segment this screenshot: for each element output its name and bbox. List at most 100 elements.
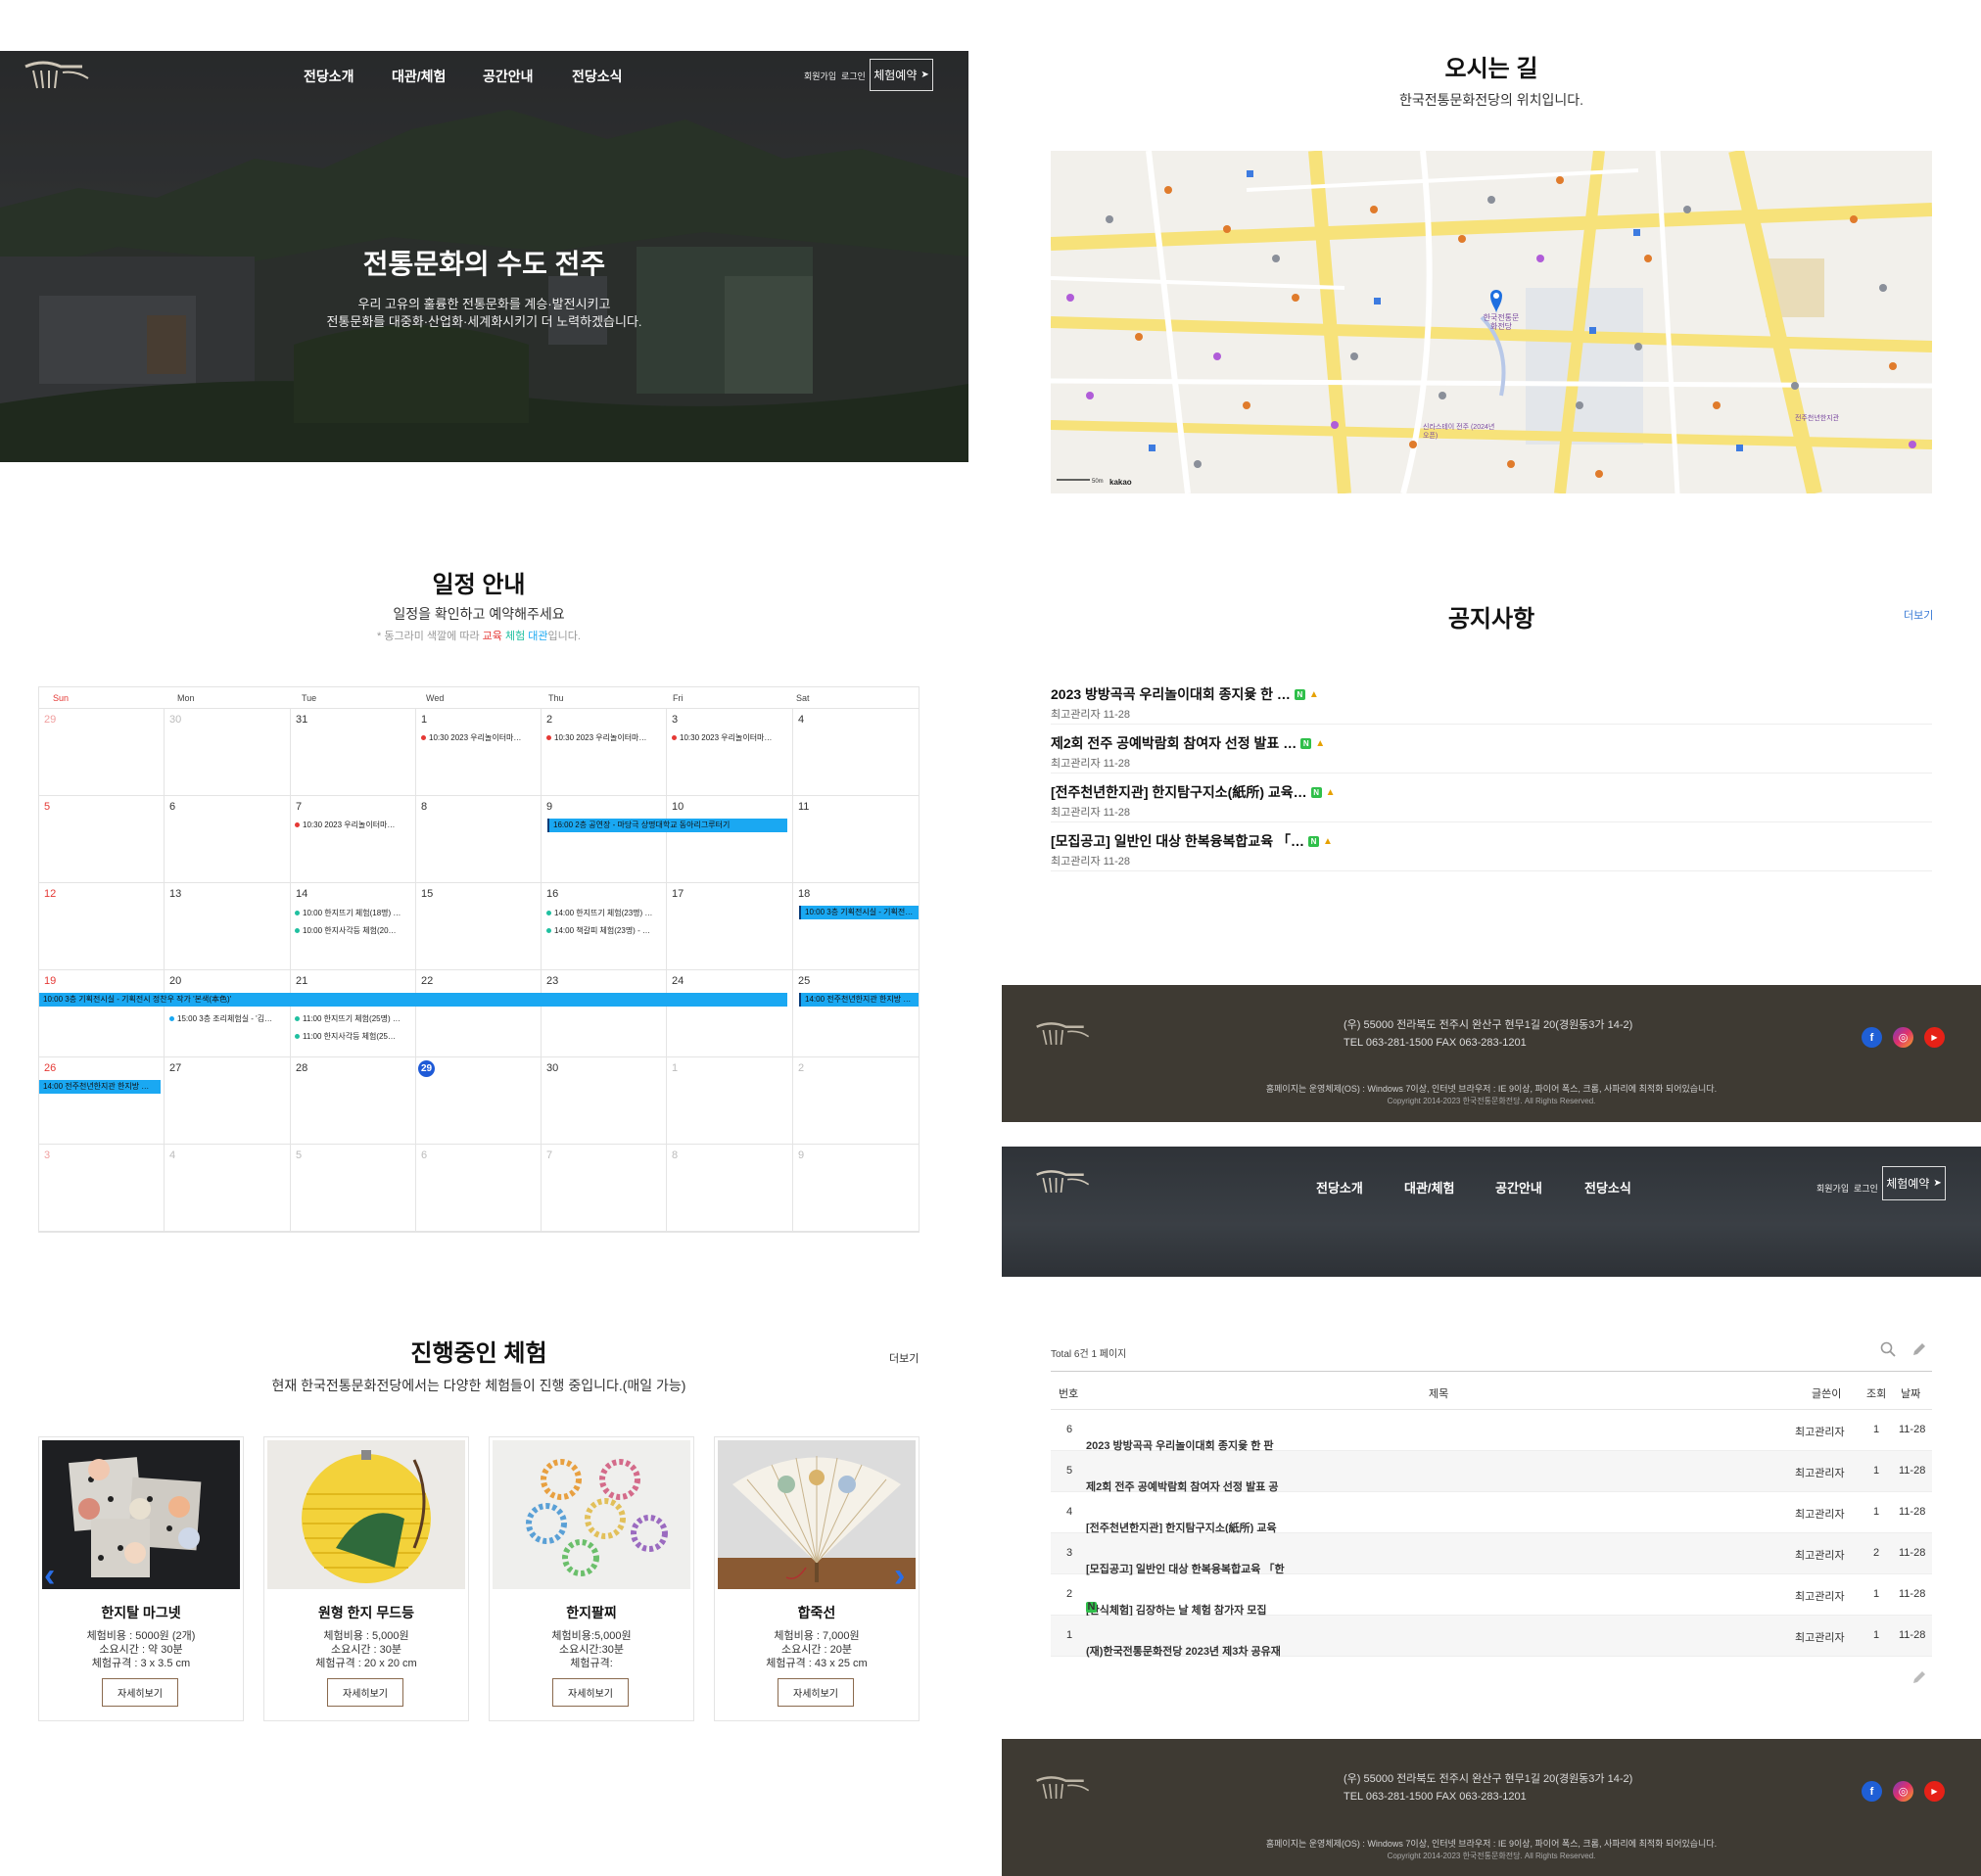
youtube-icon[interactable]: ▶	[1924, 1027, 1945, 1048]
calendar-day[interactable]: 9	[542, 796, 667, 883]
calendar-day[interactable]: 31	[291, 709, 416, 796]
signup-link[interactable]: 회원가입	[1816, 1182, 1849, 1195]
calendar-event[interactable]: 14:00 한지뜨기 체험(23명) …	[546, 908, 662, 918]
nav-space-guide[interactable]: 공간안내	[1495, 1178, 1584, 1196]
calendar-day[interactable]: 11	[793, 796, 920, 883]
calendar-event[interactable]: 11:00 한지뜨기 체험(25명) …	[295, 1013, 410, 1024]
calendar-day[interactable]: 4	[793, 709, 920, 796]
detail-button[interactable]: 자세히보기	[778, 1678, 854, 1707]
calendar-day[interactable]: 29	[39, 709, 165, 796]
calendar-event-bar[interactable]: 16:00 2층 공연장 - 마당극 상명대학교 동아리그루터기	[547, 819, 787, 832]
calendar-day[interactable]: 30	[165, 709, 291, 796]
experience-card[interactable]: 한지탈 마그넷 체험비용 : 5000원 (2개) 소요시간 : 약 30분 체…	[38, 1436, 244, 1721]
search-icon[interactable]	[1880, 1341, 1896, 1357]
nav-space-guide[interactable]: 공간안내	[483, 67, 572, 86]
calendar-event[interactable]: 14:00 책갈피 체험(23명) - …	[546, 925, 662, 936]
nav-about[interactable]: 전당소개	[1316, 1178, 1404, 1196]
experience-card[interactable]: 원형 한지 무드등 체험비용 : 5,000원 소요시간 : 30분 체험규격 …	[263, 1436, 469, 1721]
calendar-event-bar[interactable]: 14:00 전주천년한지관 한지방 …	[799, 993, 919, 1007]
calendar-day[interactable]: 15	[416, 883, 542, 970]
table-row[interactable]: 2 [한식체험] 김장하는 날 체험 참가자 모집 N 최고관리자 1 11-28	[1051, 1574, 1932, 1617]
subpage-logo[interactable]	[1035, 1168, 1092, 1197]
experience-card[interactable]: 한지팔찌 체험비용:5,000원 소요시간:30분 체험규격: 자세히보기	[489, 1436, 694, 1721]
calendar-event[interactable]: 10:00 한지뜨기 체험(18명) …	[295, 908, 410, 918]
detail-button[interactable]: 자세히보기	[102, 1678, 178, 1707]
location-map[interactable]: 한국전통문화전당 신라스테이 전주 (2024년 오픈) 전주천년한지관 kak…	[1051, 151, 1932, 493]
calendar-day[interactable]: 5	[39, 796, 165, 883]
calendar-day[interactable]: 12	[39, 883, 165, 970]
write-icon[interactable]	[1911, 1341, 1927, 1357]
instagram-icon[interactable]: ◎	[1893, 1781, 1913, 1802]
calendar-day[interactable]: 29	[416, 1057, 542, 1145]
calendar-day[interactable]: 17	[667, 883, 793, 970]
calendar-day[interactable]: 18	[793, 883, 920, 970]
facebook-icon[interactable]: f	[1862, 1027, 1882, 1048]
table-row[interactable]: 3 [모집공고] 일반인 대상 한복융복합교육 「한 최고관리자 2 11-28	[1051, 1533, 1932, 1575]
calendar-day[interactable]: 1	[416, 709, 542, 796]
facebook-icon[interactable]: f	[1862, 1781, 1882, 1802]
calendar-event[interactable]: 10:30 2023 우리놀이터마…	[672, 732, 787, 743]
calendar-event[interactable]: 10:30 2023 우리놀이터마…	[421, 732, 537, 743]
nav-news[interactable]: 전당소식	[572, 67, 650, 86]
calendar-day[interactable]: 19	[39, 970, 165, 1057]
calendar-day[interactable]: 26	[39, 1057, 165, 1145]
notice-item[interactable]: 2023 방방곡곡 우리놀이대회 종지윷 한 … N ▲ 최고관리자 11-28	[1051, 676, 1932, 725]
notice-item[interactable]: [전주천년한지관] 한지탐구지소(紙所) 교육… N ▲ 최고관리자 11-28	[1051, 774, 1932, 822]
notice-more-link[interactable]: 더보기	[1904, 607, 1933, 623]
table-row[interactable]: 4 [전주천년한지관] 한지탐구지소(紙所) 교육 최고관리자 1 11-28	[1051, 1492, 1932, 1534]
calendar-day[interactable]: 25	[793, 970, 920, 1057]
calendar-event[interactable]: 15:00 3층 조리체험실 - '김…	[169, 1013, 285, 1024]
calendar-event[interactable]: 10:30 2023 우리놀이터마…	[295, 820, 410, 830]
calendar-day[interactable]: 27	[165, 1057, 291, 1145]
calendar-day[interactable]: 5	[291, 1145, 416, 1232]
calendar-day[interactable]: 6	[165, 796, 291, 883]
experience-more-link[interactable]: 더보기	[889, 1350, 919, 1366]
calendar-day[interactable]: 8	[416, 796, 542, 883]
calendar-day[interactable]: 24	[667, 970, 793, 1057]
nav-news[interactable]: 전당소식	[1584, 1178, 1663, 1196]
calendar-event-bar[interactable]: 14:00 전주천년한지관 한지방 …	[39, 1080, 161, 1094]
calendar-day[interactable]: 9	[793, 1145, 920, 1232]
instagram-icon[interactable]: ◎	[1893, 1027, 1913, 1048]
detail-button[interactable]: 자세히보기	[327, 1678, 403, 1707]
calendar-day[interactable]: 2	[542, 709, 667, 796]
calendar-day[interactable]: 2	[793, 1057, 920, 1145]
chevron-left-icon[interactable]: ‹	[44, 1557, 55, 1595]
table-row[interactable]: 6 2023 방방곡곡 우리놀이대회 종지윷 한 판 최고관리자 1 11-28	[1051, 1410, 1932, 1452]
calendar-event[interactable]: 10:30 2023 우리놀이터마…	[546, 732, 662, 743]
reserve-button[interactable]: 체험예약 ➤	[870, 59, 933, 91]
nav-rental-experience[interactable]: 대관/체험	[392, 67, 483, 86]
notice-item[interactable]: 제2회 전주 공예박람회 참여자 선정 발표 … N ▲ 최고관리자 11-28	[1051, 725, 1932, 774]
chevron-right-icon[interactable]: ›	[894, 1557, 905, 1595]
calendar-day[interactable]: 7	[291, 796, 416, 883]
calendar-day[interactable]: 28	[291, 1057, 416, 1145]
calendar-day[interactable]: 3	[39, 1145, 165, 1232]
reserve-button[interactable]: 체험예약 ➤	[1882, 1166, 1946, 1200]
calendar-day[interactable]: 22	[416, 970, 542, 1057]
table-row[interactable]: 5 제2회 전주 공예박람회 참여자 선정 발표 공 최고관리자 1 11-28	[1051, 1451, 1932, 1493]
calendar-day[interactable]: 7	[542, 1145, 667, 1232]
calendar-event-bar[interactable]: 10:00 3층 기획전시실 - 기획전…	[799, 906, 919, 919]
notice-item[interactable]: [모집공고] 일반인 대상 한복융복합교육 「… N ▲ 최고관리자 11-28	[1051, 822, 1932, 871]
signup-link[interactable]: 회원가입	[804, 70, 836, 82]
site-logo[interactable]	[24, 59, 92, 94]
detail-button[interactable]: 자세히보기	[552, 1678, 629, 1707]
calendar-day[interactable]: 13	[165, 883, 291, 970]
youtube-icon[interactable]: ▶	[1924, 1781, 1945, 1802]
calendar-day[interactable]: 30	[542, 1057, 667, 1145]
calendar-event[interactable]: 11:00 한지사각등 체험(25…	[295, 1031, 410, 1042]
calendar-day[interactable]: 3	[667, 709, 793, 796]
login-link[interactable]: 로그인	[841, 70, 866, 82]
nav-about[interactable]: 전당소개	[304, 67, 392, 86]
calendar-event-bar[interactable]: 10:00 3층 기획전시실 - 기획전시 정찬우 작가 '본색(本色)'	[39, 993, 787, 1007]
calendar-day[interactable]: 23	[542, 970, 667, 1057]
calendar-day[interactable]: 6	[416, 1145, 542, 1232]
login-link[interactable]: 로그인	[1854, 1182, 1878, 1195]
calendar-event[interactable]: 10:00 한지사각등 체험(20…	[295, 925, 410, 936]
experience-card[interactable]: 합죽선 체험비용 : 7,000원 소요시간 : 20분 체험규격 : 43 x…	[714, 1436, 920, 1721]
calendar-day[interactable]: 4	[165, 1145, 291, 1232]
nav-rental-experience[interactable]: 대관/체험	[1404, 1178, 1495, 1196]
calendar-day[interactable]: 10	[667, 796, 793, 883]
calendar-day[interactable]: 1	[667, 1057, 793, 1145]
calendar-day[interactable]: 8	[667, 1145, 793, 1232]
